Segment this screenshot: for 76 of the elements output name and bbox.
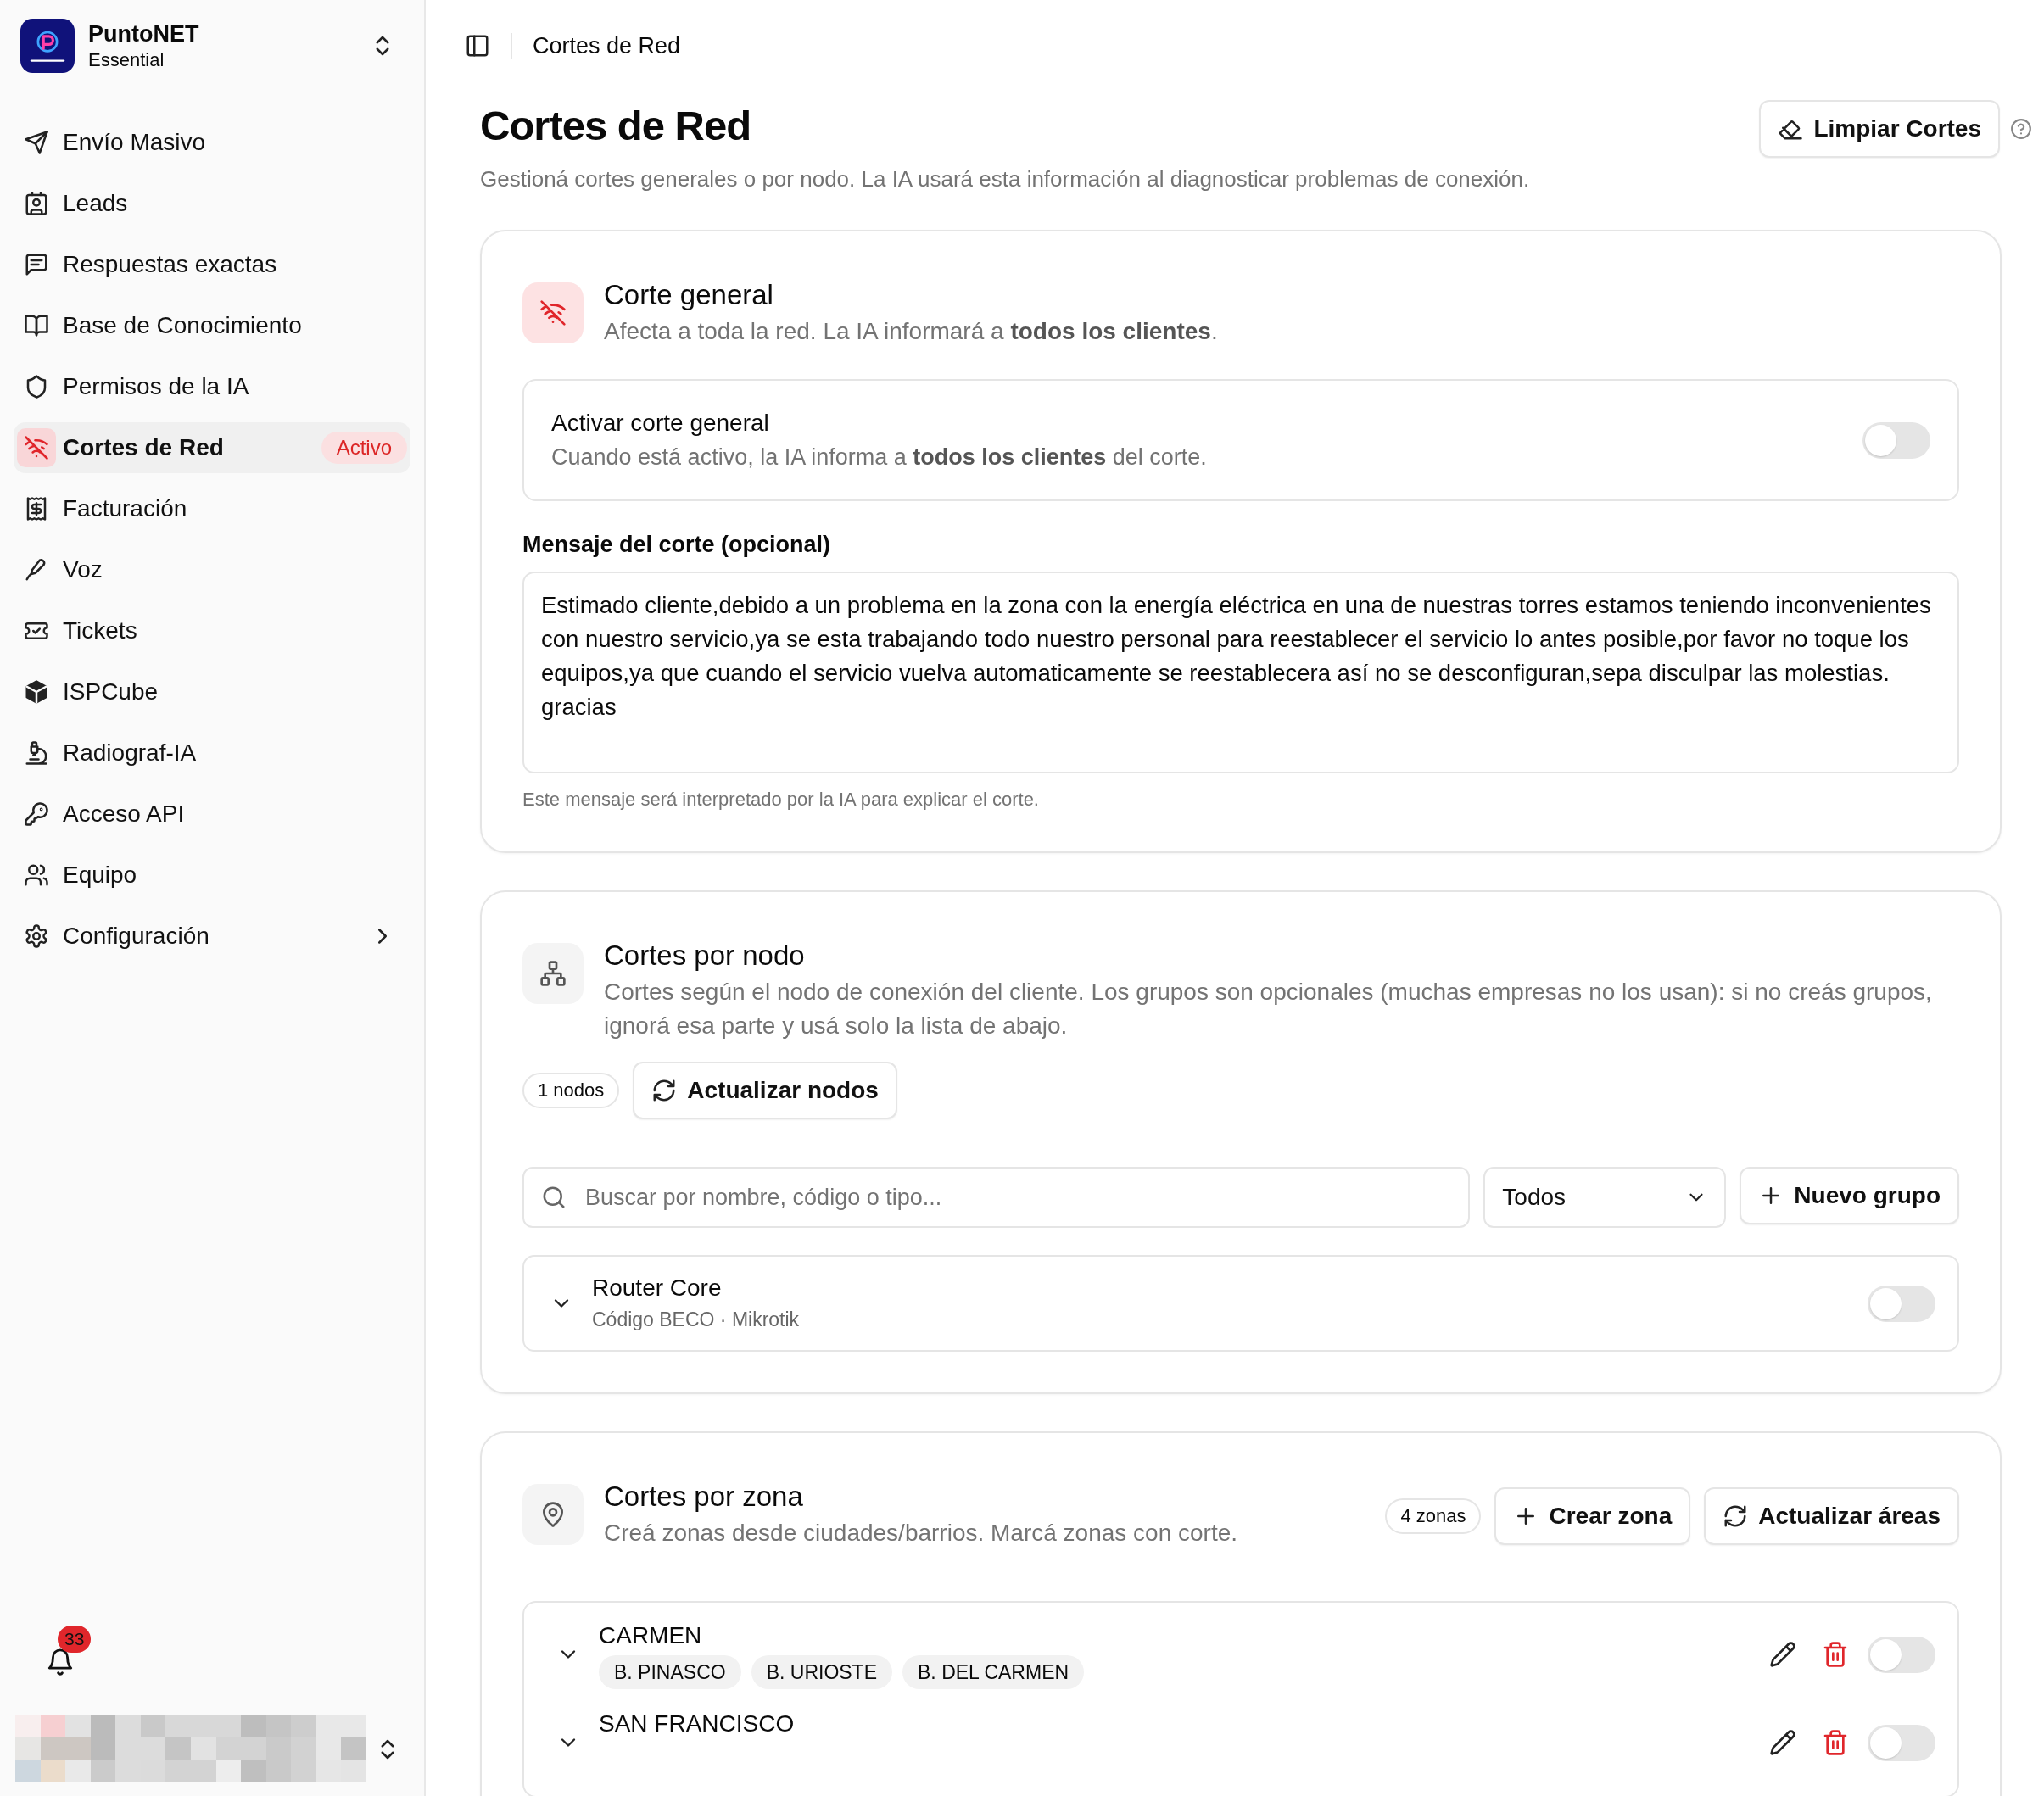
- toggle-description: Cuando está activo, la IA informa a todos los clientes del corte.: [551, 443, 1207, 471]
- wifi-off-icon: [24, 435, 49, 460]
- sidebar-item[interactable]: Cortes de Red Activo: [14, 422, 410, 473]
- zone-count: 4 zonas: [1385, 1498, 1482, 1534]
- message-icon: [24, 252, 49, 277]
- toggle-label: Activar corte general: [551, 409, 770, 438]
- delete-icon[interactable]: [1822, 1729, 1849, 1756]
- node-count: 1 nodos: [522, 1073, 620, 1108]
- node-detail: Código BECO · Mikrotik: [592, 1308, 801, 1332]
- toggle-switch[interactable]: [1868, 1724, 1935, 1761]
- book-icon: [24, 313, 49, 338]
- section-title: Corte general: [604, 278, 774, 312]
- clear-button[interactable]: Limpiar Cortes: [1759, 100, 2000, 158]
- send-icon: [24, 130, 49, 155]
- edit-icon[interactable]: [1769, 1729, 1796, 1756]
- sidebar-item[interactable]: Acceso API: [14, 789, 410, 839]
- create-zone-button[interactable]: Crear zona: [1494, 1487, 1691, 1545]
- contact-card-icon: [24, 191, 49, 216]
- refresh-nodes-button[interactable]: Actualizar nodos: [633, 1062, 897, 1119]
- field-label: Mensaje del corte (opcional): [522, 532, 832, 558]
- breadcrumb: Cortes de Red: [533, 32, 681, 59]
- toggle-switch[interactable]: [1868, 1285, 1935, 1322]
- settings-icon: [24, 923, 49, 949]
- field-hint: Este mensaje será interpretado por la IA para explicar el corte.: [522, 789, 1040, 811]
- section-title: Cortes por nodo: [604, 939, 806, 973]
- wifi-off-icon: [522, 282, 584, 343]
- sidebar-item[interactable]: Tickets: [14, 605, 410, 656]
- workspace-name: PuntoNET: [88, 20, 200, 48]
- section-title: Cortes por zona: [604, 1480, 804, 1514]
- zone-name: SAN FRANCISCO: [599, 1710, 796, 1738]
- section-description: Afecta a toda la red. La IA informará a todos los clientes.: [604, 317, 1219, 346]
- area-tag: B. DEL CARMEN: [902, 1655, 1085, 1689]
- map-pin-icon: [522, 1484, 584, 1545]
- help-icon[interactable]: [2010, 118, 2032, 140]
- users-icon: [24, 862, 49, 888]
- filter-dropdown[interactable]: Todos: [1483, 1167, 1727, 1228]
- toggle-switch[interactable]: [1868, 1636, 1935, 1673]
- refresh-areas-button[interactable]: Actualizar áreas: [1704, 1487, 1959, 1545]
- sidebar-item[interactable]: Configuración: [14, 911, 410, 962]
- refresh-icon: [1723, 1503, 1749, 1529]
- sidebar-item[interactable]: Equipo: [14, 850, 410, 901]
- new-group-button[interactable]: Nuevo grupo: [1740, 1167, 1959, 1224]
- cube-icon: [24, 679, 49, 705]
- page-subtitle: Gestioná cortes generales o por nodo. La IA usará esta información al diagnosticar problemas de conexión.: [480, 166, 1530, 192]
- workspace-plan: Essential: [88, 48, 165, 72]
- message-field[interactable]: Estimado cliente,debido a un problema en la zona con la energía eléctrica en una de nuestras torres estamos teniendo inconvenientes con nuestro servicio,ya se esta trabajando todo nuestro personal para reestablecer el servicio lo antes posible,por favor no toque los equipos,ya que cuando el servicio vuelva automaticamente se reestablecera así no se desconfiguran,sepa disculpar las molestias. gracias: [522, 572, 1959, 773]
- sidebar-toggle-icon[interactable]: [465, 33, 490, 59]
- sidebar-item[interactable]: Radiograf-IA: [14, 728, 410, 778]
- sidebar-item[interactable]: Voz: [14, 544, 410, 595]
- section-description: Creá zonas desde ciudades/barrios. Marcá zonas con corte.: [604, 1519, 1239, 1548]
- delete-icon[interactable]: [1822, 1641, 1849, 1668]
- area-tag: B. PINASCO: [599, 1655, 741, 1689]
- logo-icon: [20, 19, 75, 73]
- key-icon: [24, 801, 49, 827]
- area-tag: B. URIOSTE: [751, 1655, 892, 1689]
- toggle-switch[interactable]: [1862, 421, 1930, 459]
- bell-icon[interactable]: [46, 1648, 75, 1676]
- refresh-icon: [651, 1078, 678, 1103]
- sidebar-item[interactable]: Facturación: [14, 483, 410, 534]
- search-icon: [541, 1185, 567, 1210]
- node-name: Router Core: [592, 1274, 723, 1302]
- notification-count: 33: [58, 1626, 92, 1653]
- network-icon: [522, 943, 584, 1004]
- zone-name: CARMEN: [599, 1621, 703, 1650]
- sidebar-item[interactable]: Permisos de la IA: [14, 361, 410, 412]
- edit-icon[interactable]: [1769, 1641, 1796, 1668]
- page-title: Cortes de Red: [480, 102, 752, 150]
- sidebar-item[interactable]: ISPCube: [14, 667, 410, 717]
- section-description: Cortes según el nodo de conexión del cliente. Los grupos son opcionales (muchas empresas no los usan): si no creás grupos, ignorá esa parte y usá solo la lista de abajo.: [604, 978, 1933, 1040]
- status-badge: Activo: [321, 432, 407, 464]
- sidebar-item[interactable]: Envío Masivo: [14, 117, 410, 168]
- sidebar-item[interactable]: Base de Conocimiento: [14, 300, 410, 351]
- sidebar-item[interactable]: Respuestas exactas: [14, 239, 410, 290]
- search-field[interactable]: Buscar por nombre, código o tipo...: [522, 1167, 1471, 1228]
- microscope-icon: [24, 740, 49, 766]
- sidebar-item[interactable]: Leads: [14, 178, 410, 229]
